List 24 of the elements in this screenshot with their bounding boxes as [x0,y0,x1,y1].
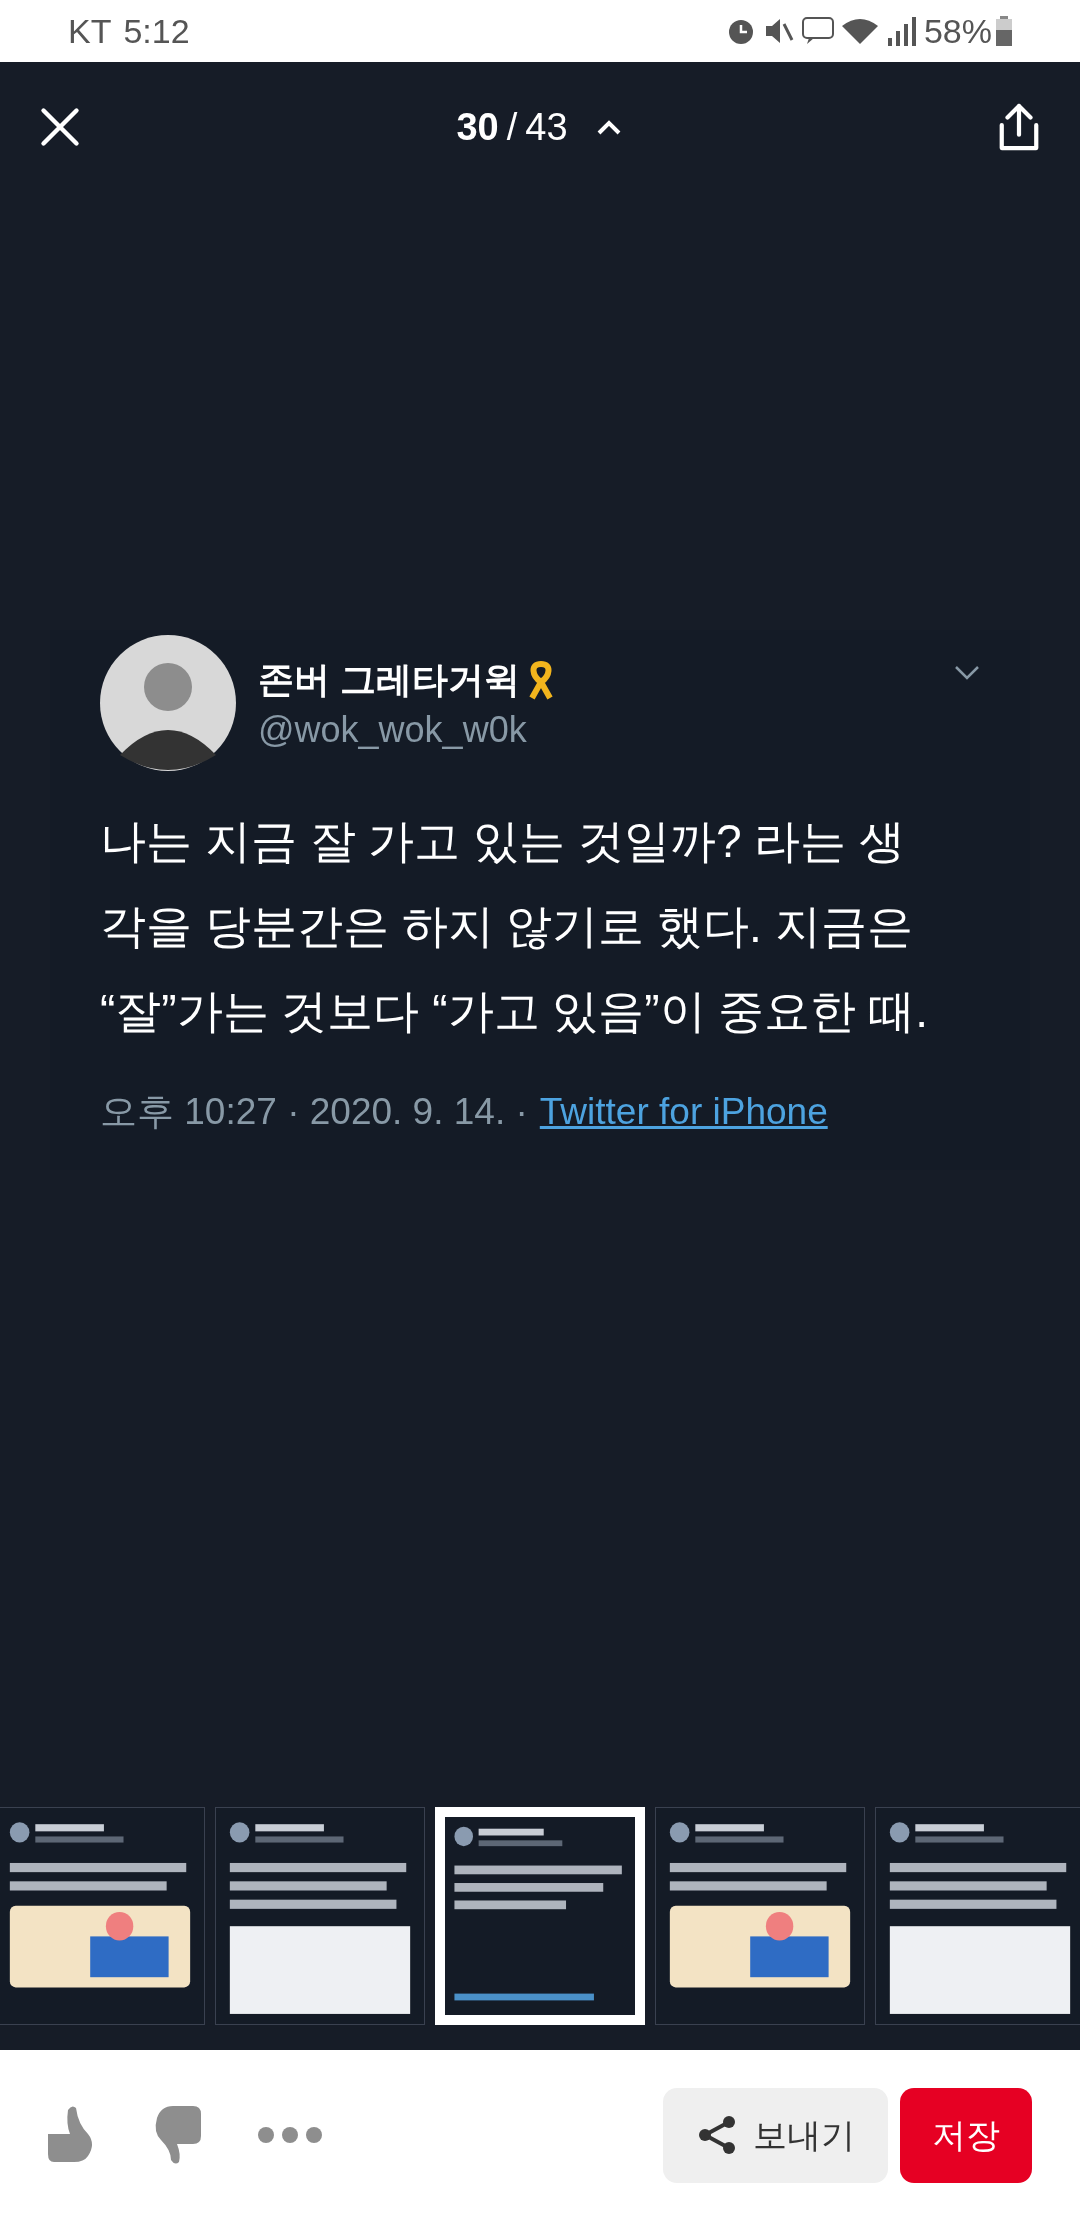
ribbon-icon [528,660,554,700]
clock: 5:12 [123,10,190,52]
chevron-up-icon[interactable] [595,118,622,136]
save-button[interactable]: 저장 [900,2087,1032,2183]
page-separator: / [506,104,518,150]
battery-level: 58% [923,10,992,52]
tweet-timestamp: 오후 10:27 · 2020. 9. 14. · [100,1090,528,1134]
close-button[interactable] [38,105,82,149]
battery-icon [996,16,1012,46]
chevron-down-icon[interactable] [954,665,980,681]
page-total: 43 [525,104,568,150]
share-icon [696,2115,737,2155]
signal-icon [885,16,916,46]
tweet-text: 나는 지금 잘 가고 있는 것일까? 라는 생각을 당분간은 하지 않기로 했다. 지금은 “잘”가는 것보다 “가고 있음”이 중요한 때. [100,814,929,1039]
current-page: 30 [456,104,499,150]
more-icon[interactable] [258,2126,322,2144]
carrier: KT [68,10,112,52]
mute-icon [763,16,794,46]
display-name: 존버 그레타거윅 [258,658,520,702]
wifi-icon [841,16,878,46]
thumbs-down-icon[interactable] [153,2104,203,2166]
user-handle: @wok_wok_w0k [258,708,528,752]
source-link[interactable]: Twitter for iPhone [539,1084,828,1140]
send-button[interactable]: 보내기 [663,2087,888,2183]
